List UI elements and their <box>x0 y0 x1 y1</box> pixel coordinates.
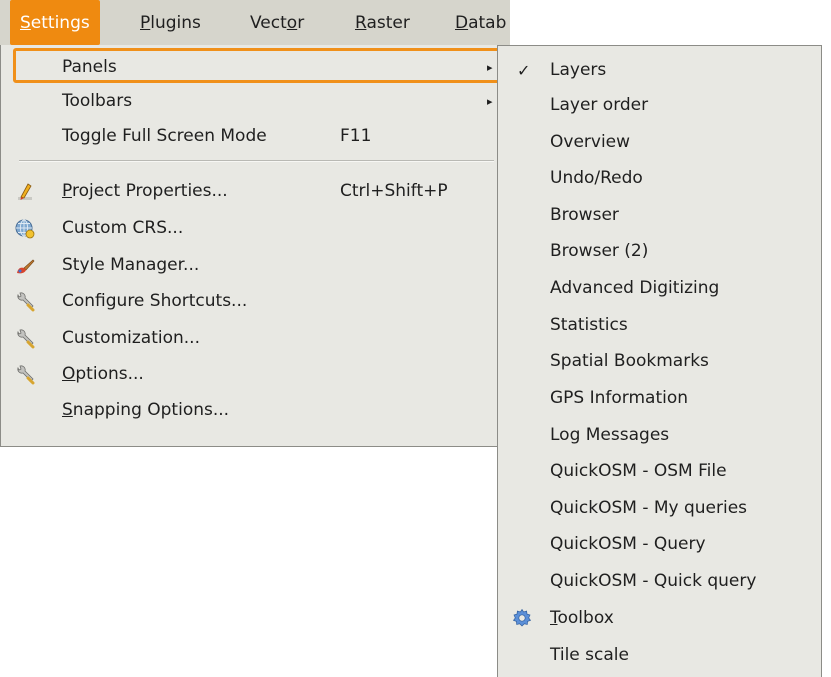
menu-item-toggle-full-screen-label: Toggle Full Screen Mode <box>62 126 267 146</box>
panel-item-overview[interactable]: Overview <box>498 124 821 161</box>
menu-item-toolbars[interactable]: Toolbars ▸ <box>1 83 504 120</box>
panel-item-quickosm-my-queries[interactable]: QuickOSM - My queries <box>498 490 821 527</box>
menu-item-toggle-full-screen[interactable]: Toggle Full Screen Mode F11 <box>1 118 504 155</box>
menu-settings[interactable]: Settings <box>10 0 100 45</box>
panel-item-log-messages[interactable]: Log Messages <box>498 417 821 454</box>
menu-raster-mnemonic: R <box>355 13 367 33</box>
menu-item-style-manager[interactable]: Style Manager... <box>1 247 504 284</box>
gear-icon <box>512 608 532 627</box>
panel-item-tile-scale-label: Tile scale <box>550 645 629 665</box>
shortcut-ctrl-shift-p: Ctrl+Shift+P <box>340 181 448 201</box>
menu-item-snapping-options[interactable]: Snapping Options... <box>1 392 504 429</box>
menu-item-customization-label: Customization... <box>62 328 200 348</box>
panel-item-layer-order[interactable]: Layer order <box>498 87 821 124</box>
menu-settings-label: ettings <box>30 13 90 33</box>
panel-item-quickosm-quick-query-label: QuickOSM - Quick query <box>550 571 757 591</box>
panels-submenu: ✓ Layers Layer order Overview Undo/Redo … <box>497 45 822 677</box>
menu-vector[interactable]: Vector <box>250 0 304 45</box>
menu-item-options[interactable]: Options... <box>1 356 504 393</box>
menu-item-options-label: ptions... <box>75 364 144 384</box>
panel-item-overview-label: Overview <box>550 132 631 152</box>
brush-icon <box>17 259 35 274</box>
panel-item-quickosm-osm-file-label: QuickOSM - OSM File <box>550 461 727 481</box>
menu-item-custom-crs-label: Custom CRS... <box>62 218 184 238</box>
menu-separator <box>19 160 494 162</box>
menu-raster-label: aster <box>366 13 410 33</box>
settings-menu: Panels ▸ Toolbars ▸ Toggle Full Screen M… <box>0 45 505 447</box>
submenu-arrow-icon: ▸ <box>487 95 493 108</box>
menu-item-panels[interactable]: Panels ▸ <box>13 48 501 83</box>
panel-item-quickosm-query[interactable]: QuickOSM - Query <box>498 526 821 563</box>
menu-item-toolbars-label: Toolbars <box>62 91 133 111</box>
menu-item-project-properties-mnemonic: P <box>62 181 72 201</box>
panel-item-advanced-digitizing[interactable]: Advanced Digitizing <box>498 270 821 307</box>
panel-item-layers-label: Layers <box>550 60 607 80</box>
menu-item-snapping-options-mnemonic: S <box>62 400 73 420</box>
panel-item-statistics[interactable]: Statistics <box>498 307 821 344</box>
menu-vector-label-pre: Vect <box>250 13 287 33</box>
menu-vector-label: r <box>297 13 305 33</box>
panel-item-layer-order-label: Layer order <box>550 95 649 115</box>
globe-icon <box>15 219 35 239</box>
panel-item-undo-redo[interactable]: Undo/Redo <box>498 160 821 197</box>
menu-raster[interactable]: Raster <box>355 0 410 45</box>
submenu-arrow-icon: ▸ <box>487 61 493 74</box>
wrench-icon <box>17 365 35 385</box>
panel-item-advanced-digitizing-label: Advanced Digitizing <box>550 278 720 298</box>
menu-vector-mnemonic: o <box>286 13 298 33</box>
menu-plugins-mnemonic: P <box>140 13 151 33</box>
panel-item-toolbox[interactable]: Toolbox <box>498 600 821 637</box>
wrench-icon <box>17 329 35 349</box>
menu-plugins[interactable]: Plugins <box>140 0 201 45</box>
panel-item-browser-label: Browser <box>550 205 619 225</box>
menu-item-configure-shortcuts[interactable]: Configure Shortcuts... <box>1 283 504 320</box>
panel-item-undo-redo-label: Undo/Redo <box>550 168 643 188</box>
menu-item-panels-label: Panels <box>62 57 117 77</box>
menu-database-mnemonic: D <box>455 13 469 33</box>
menu-item-project-properties[interactable]: Project Properties... Ctrl+Shift+P <box>1 173 504 210</box>
menu-item-options-mnemonic: O <box>62 364 76 384</box>
panel-item-statistics-label: Statistics <box>550 315 628 335</box>
menubar: Settings Plugins Vector Raster Datab <box>0 0 510 45</box>
menu-item-snapping-options-label: napping Options... <box>72 400 230 420</box>
panel-item-browser-2[interactable]: Browser (2) <box>498 233 821 270</box>
panel-item-quickosm-my-queries-label: QuickOSM - My queries <box>550 498 748 518</box>
menu-item-customization[interactable]: Customization... <box>1 320 504 357</box>
panel-item-log-messages-label: Log Messages <box>550 425 670 445</box>
panel-item-tile-scale[interactable]: Tile scale <box>498 637 821 674</box>
shortcut-f11: F11 <box>340 126 372 146</box>
panel-item-toolbox-mnemonic: T <box>550 608 558 628</box>
checkmark-icon: ✓ <box>517 61 531 80</box>
menu-item-custom-crs[interactable]: Custom CRS... <box>1 210 504 247</box>
panel-item-spatial-bookmarks-label: Spatial Bookmarks <box>550 351 709 371</box>
wrench-icon <box>17 292 35 312</box>
menu-item-project-properties-label: roject Properties... <box>71 181 228 201</box>
panel-item-browser-2-label: Browser (2) <box>550 241 649 261</box>
panel-item-gps-information-label: GPS Information <box>550 388 689 408</box>
menu-item-style-manager-label: Style Manager... <box>62 255 200 275</box>
menu-item-configure-shortcuts-label: Configure Shortcuts... <box>62 291 248 311</box>
panel-item-quickosm-osm-file[interactable]: QuickOSM - OSM File <box>498 453 821 490</box>
panel-item-gps-information[interactable]: GPS Information <box>498 380 821 417</box>
panel-item-toolbox-label: oolbox <box>557 608 614 628</box>
panel-item-quickosm-quick-query[interactable]: QuickOSM - Quick query <box>498 563 821 600</box>
panel-item-quickosm-query-label: QuickOSM - Query <box>550 534 706 554</box>
panel-item-browser[interactable]: Browser <box>498 197 821 234</box>
menu-database-label: atab <box>468 13 507 33</box>
panel-item-layers[interactable]: ✓ Layers <box>498 52 821 89</box>
panel-item-spatial-bookmarks[interactable]: Spatial Bookmarks <box>498 343 821 380</box>
menu-plugins-label: lugins <box>150 13 201 33</box>
menu-settings-mnemonic: S <box>20 13 31 33</box>
pencil-icon <box>18 183 32 200</box>
menu-database[interactable]: Datab <box>455 0 506 45</box>
